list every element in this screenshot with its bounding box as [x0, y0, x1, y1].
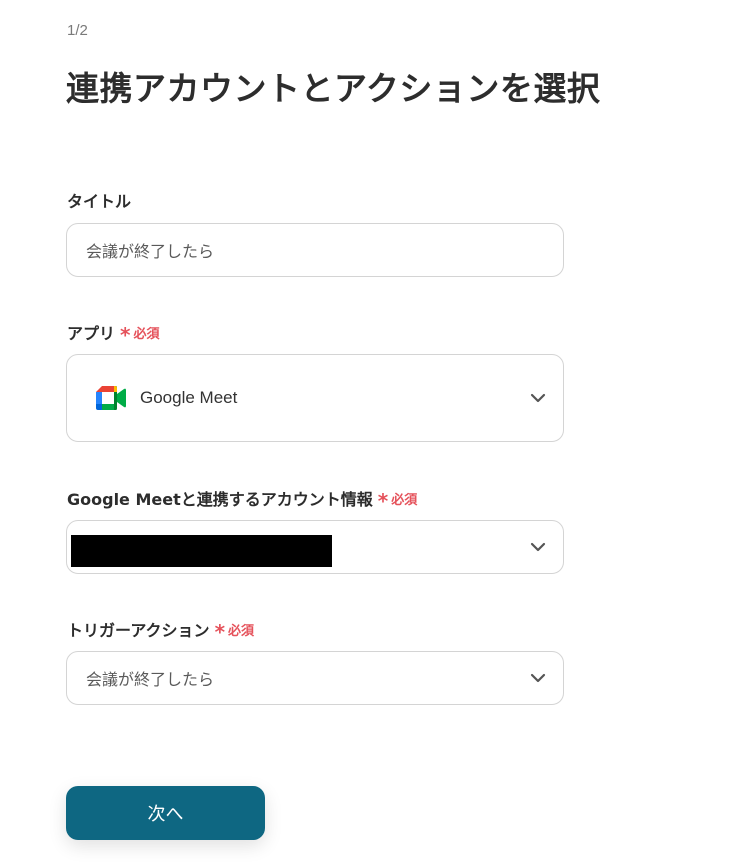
app-select-value: Google Meet: [140, 388, 238, 407]
redacted-account-value: [71, 535, 332, 567]
app-field-label: アプリ * 必須: [67, 320, 160, 347]
required-text: 必須: [133, 326, 160, 342]
required-marker: * 必須: [214, 619, 255, 644]
app-label-text: アプリ: [67, 324, 116, 343]
page-title: 連携アカウントとアクションを選択: [66, 69, 601, 108]
title-input-value: 会議が終了したら: [86, 242, 215, 261]
step-indicator: 1/2: [67, 22, 88, 39]
title-label-text: タイトル: [67, 192, 132, 211]
google-meet-icon: [96, 386, 126, 410]
chevron-down-icon: [530, 393, 546, 403]
required-text: 必須: [228, 623, 255, 639]
required-asterisk-icon: *: [377, 489, 389, 513]
account-label-text: Google Meetと連携するアカウント情報: [67, 490, 373, 509]
trigger-label-text: トリガーアクション: [67, 621, 210, 640]
app-select[interactable]: Google Meet: [66, 354, 564, 442]
account-field-label: Google Meetと連携するアカウント情報 * 必須: [67, 486, 418, 513]
required-marker: * 必須: [120, 322, 160, 347]
chevron-down-icon: [530, 542, 546, 552]
trigger-field-label: トリガーアクション * 必須: [67, 617, 255, 644]
required-asterisk-icon: *: [214, 620, 226, 644]
required-text: 必須: [391, 492, 418, 508]
trigger-action-select[interactable]: 会議が終了したら: [66, 651, 564, 705]
required-asterisk-icon: *: [120, 323, 131, 347]
account-select[interactable]: [66, 520, 564, 574]
title-input[interactable]: 会議が終了したら: [66, 223, 564, 277]
title-field-label: タイトル: [67, 188, 131, 212]
next-button[interactable]: 次へ: [66, 786, 265, 840]
chevron-down-icon: [530, 673, 546, 683]
required-marker: * 必須: [377, 488, 418, 513]
trigger-select-value: 会議が終了したら: [86, 670, 215, 689]
